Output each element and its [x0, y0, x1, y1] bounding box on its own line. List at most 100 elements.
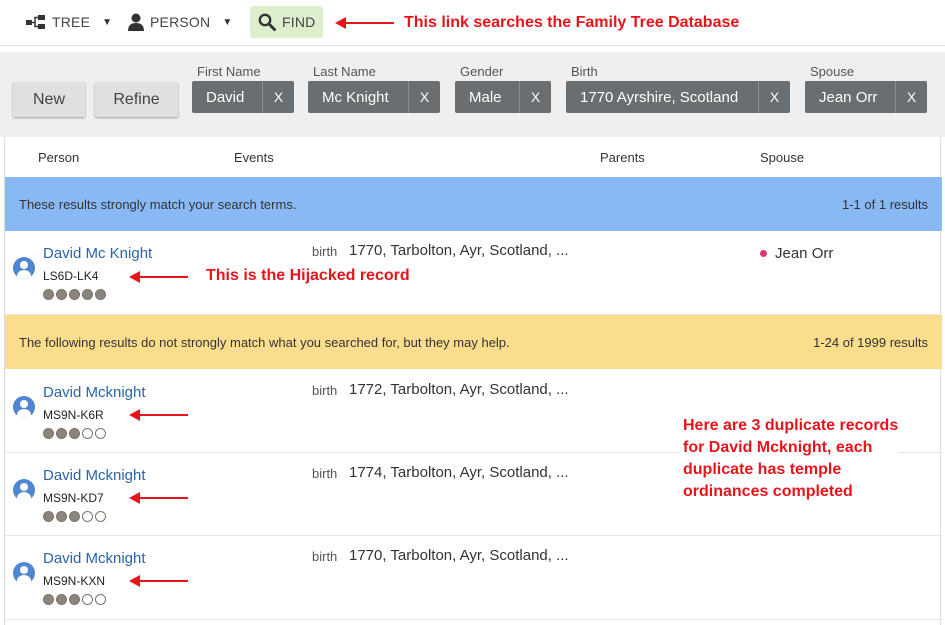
weak-match-text: The following results do not strongly ma… — [19, 334, 510, 350]
female-indicator-icon — [760, 250, 767, 257]
column-header-person: Person — [38, 150, 80, 165]
person-icon — [13, 562, 35, 584]
birth-value: 1770 Ayrshire, Scotland — [566, 81, 759, 113]
score-dot — [95, 289, 106, 300]
refine-bar: New Refine First Name David X Last Name … — [0, 52, 945, 137]
last-name-label: Last Name — [313, 64, 376, 79]
score-dot — [82, 511, 93, 522]
refine-button[interactable]: Refine — [95, 82, 178, 117]
record-score — [43, 511, 106, 522]
annotation-hijacked-note: This is the Hijacked record — [206, 267, 410, 284]
nav-tree-label: TREE — [52, 14, 91, 30]
column-header-parents: Parents — [600, 150, 645, 165]
spouse-chip: Jean Orr X — [805, 81, 927, 113]
strong-match-count: 1-1 of 1 results — [842, 196, 928, 212]
spouse-label: Spouse — [810, 64, 855, 79]
score-dot — [56, 594, 67, 605]
score-dot — [56, 428, 67, 439]
score-dot — [82, 428, 93, 439]
nav-find[interactable]: FIND — [250, 6, 323, 38]
event-type: birth — [312, 549, 338, 564]
annotation-arrow — [129, 409, 188, 421]
column-header-spouse: Spouse — [760, 150, 805, 165]
annotation-find-note: This link searches the Family Tree Datab… — [404, 14, 740, 31]
person-icon — [128, 13, 144, 31]
record-score — [43, 594, 106, 605]
annotation-arrow — [335, 17, 394, 29]
spouse-value: Jean Orr — [805, 81, 896, 113]
weak-match-banner: The following results do not strongly ma… — [5, 315, 942, 369]
gender-value: Male — [455, 81, 520, 113]
nav-tree[interactable]: TREE ▼ — [26, 6, 112, 38]
column-header-events: Events — [234, 150, 274, 165]
annotation-duplicates-note: Here are 3 duplicate records for David M… — [679, 415, 899, 503]
person-name-link[interactable]: David Mcknight — [43, 384, 146, 401]
score-dot — [82, 289, 93, 300]
annotation-arrow — [129, 575, 188, 587]
score-dot — [82, 594, 93, 605]
score-dot — [69, 511, 80, 522]
remove-birth-button[interactable]: X — [759, 81, 790, 113]
record-score — [43, 289, 106, 300]
remove-gender-button[interactable]: X — [520, 81, 551, 113]
score-dot — [43, 428, 54, 439]
remove-first-name-button[interactable]: X — [263, 81, 294, 113]
score-dot — [69, 289, 80, 300]
gender-label: Gender — [460, 64, 504, 79]
event-type: birth — [312, 466, 338, 481]
event-value: 1770, Tarbolton, Ayr, Scotland, ... — [349, 242, 569, 259]
remove-spouse-button[interactable]: X — [896, 81, 927, 113]
score-dot — [43, 289, 54, 300]
person-name-link[interactable]: David Mcknight — [43, 550, 146, 567]
nav-person-label: PERSON — [150, 14, 211, 30]
person-name-link[interactable]: David Mcknight — [43, 467, 146, 484]
search-icon — [258, 13, 276, 31]
annotation-arrow — [129, 271, 188, 283]
gender-chip: Male X — [455, 81, 551, 113]
person-icon — [13, 396, 35, 418]
person-icon — [13, 257, 35, 279]
person-id: LS6D-LK4 — [43, 269, 99, 283]
chevron-down-icon: ▼ — [102, 16, 113, 28]
first-name-value: David — [192, 81, 263, 113]
birth-label: Birth — [571, 64, 598, 79]
result-row: David Mcknight MS9N-KXN birth 1770, Tarb… — [5, 536, 942, 620]
person-id: MS9N-KXN — [43, 574, 106, 588]
score-dot — [69, 428, 80, 439]
results-panel: Person Events Parents Spouse These resul… — [4, 137, 942, 625]
spouse-name: Jean Orr — [775, 245, 834, 262]
event-type: birth — [312, 383, 338, 398]
person-id: MS9N-KD7 — [43, 491, 104, 505]
tree-icon — [26, 15, 45, 29]
score-dot — [69, 594, 80, 605]
remove-last-name-button[interactable]: X — [409, 81, 440, 113]
event-value: 1774, Tarbolton, Ayr, Scotland, ... — [349, 464, 569, 481]
last-name-value: Mc Knight — [308, 81, 409, 113]
nav-person[interactable]: PERSON ▼ — [128, 6, 232, 38]
chevron-down-icon: ▼ — [222, 16, 233, 28]
first-name-label: First Name — [197, 64, 261, 79]
score-dot — [56, 289, 67, 300]
score-dot — [95, 428, 106, 439]
score-dot — [95, 511, 106, 522]
weak-match-count: 1-24 of 1999 results — [813, 334, 928, 350]
event-value: 1772, Tarbolton, Ayr, Scotland, ... — [349, 381, 569, 398]
result-row: David Mc Knight LS6D-LK4 birth 1770, Tar… — [5, 231, 942, 315]
strong-match-text: These results strongly match your search… — [19, 196, 297, 212]
score-dot — [95, 594, 106, 605]
person-icon — [13, 479, 35, 501]
event-type: birth — [312, 244, 338, 259]
score-dot — [56, 511, 67, 522]
nav-find-label: FIND — [282, 14, 316, 30]
first-name-chip: David X — [192, 81, 294, 113]
record-score — [43, 428, 106, 439]
strong-match-banner: These results strongly match your search… — [5, 177, 942, 231]
new-button[interactable]: New — [13, 82, 85, 117]
person-name-link[interactable]: David Mc Knight — [43, 245, 152, 262]
birth-chip: 1770 Ayrshire, Scotland X — [566, 81, 790, 113]
event-value: 1770, Tarbolton, Ayr, Scotland, ... — [349, 547, 569, 564]
person-id: MS9N-K6R — [43, 408, 104, 422]
score-dot — [43, 594, 54, 605]
score-dot — [43, 511, 54, 522]
last-name-chip: Mc Knight X — [308, 81, 440, 113]
